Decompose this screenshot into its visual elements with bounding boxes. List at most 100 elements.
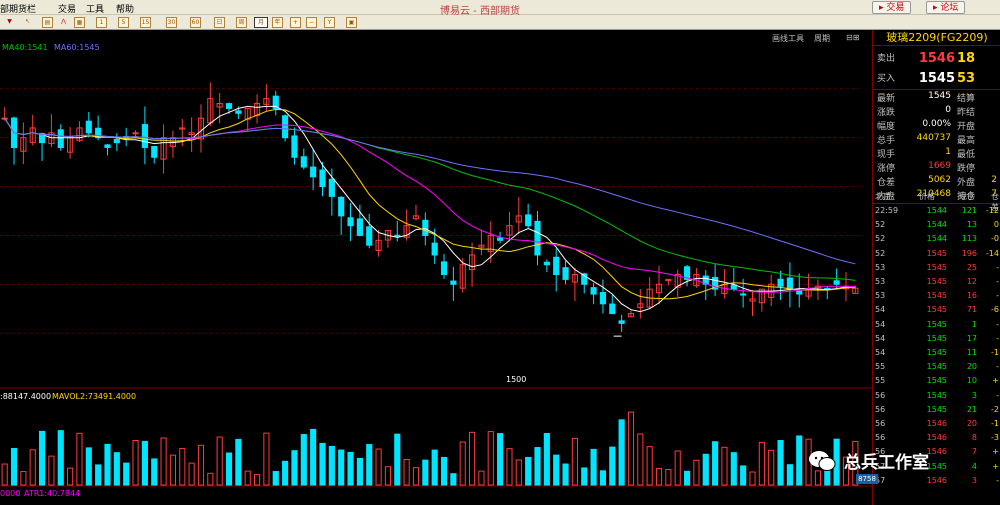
trade-button[interactable]: ▸ 交易 <box>872 1 912 14</box>
tick-time: 53 <box>875 277 886 286</box>
candle-body <box>796 290 803 295</box>
period-button-month[interactable]: 月 <box>254 17 268 28</box>
volume-bar <box>328 445 335 486</box>
period-button-15[interactable]: 15 <box>140 17 151 28</box>
ma40-legend: MA40:1541 <box>2 43 48 52</box>
zoom-in-icon[interactable]: + <box>290 17 301 28</box>
window-controls-icon[interactable]: ⊟⊞ <box>846 33 859 42</box>
candle-body <box>338 196 345 217</box>
pin-icon[interactable]: ▼ <box>4 17 15 28</box>
candle-body <box>618 320 625 324</box>
forum-button[interactable]: ▸ 论坛 <box>926 1 966 14</box>
ask-volume: 18 <box>957 51 976 66</box>
volume-bar <box>10 447 18 486</box>
volume-bar <box>38 430 46 486</box>
ask-price: 1546 <box>918 51 955 66</box>
tick-time: 54 <box>875 319 886 329</box>
menu-item-tools[interactable]: 工具 <box>86 2 104 15</box>
volume-bar <box>188 462 195 486</box>
candle-body <box>151 146 158 158</box>
volume-bar <box>440 456 448 486</box>
volume-bar <box>132 440 139 486</box>
volume-bar <box>468 431 476 486</box>
zoom-out-icon[interactable]: − <box>306 17 317 28</box>
filter-icon[interactable]: Y <box>324 17 335 28</box>
volume-bar <box>562 463 569 486</box>
window-icon[interactable]: ▣ <box>346 17 357 28</box>
candle-body <box>282 115 289 139</box>
tick-row: 54 1545 1 - <box>875 320 999 333</box>
tick-oi: -14 <box>985 248 999 258</box>
volume-bar <box>366 444 373 486</box>
volume-bar <box>749 471 756 486</box>
period-button-year[interactable]: 年 <box>272 17 283 28</box>
tick-qty: 12 <box>966 277 977 286</box>
candle-body <box>833 280 840 285</box>
volume-bar <box>525 456 532 486</box>
tick-price: 1545 <box>926 376 947 386</box>
tick-price: 1544 <box>926 234 947 244</box>
cursor-icon[interactable]: ↖ <box>22 17 33 28</box>
bid-price: 1545 <box>918 71 955 86</box>
volume-bar <box>478 470 485 486</box>
volume-bar <box>683 470 691 486</box>
volume-bar <box>609 446 616 486</box>
volume-bar <box>665 469 672 486</box>
tick-row: 53 1545 25 - <box>875 263 999 276</box>
volume-bar <box>197 444 205 486</box>
tick-row: 54 1545 17 - <box>875 334 999 347</box>
tick-price: 1545 <box>926 291 947 301</box>
tick-oi: - <box>996 277 999 286</box>
candle-body <box>225 103 233 109</box>
tick-qty: 3 <box>971 390 977 400</box>
tick-oi: - <box>996 333 999 343</box>
tick-row: 55 1545 20 - <box>875 362 999 375</box>
stat-label-right: 外盘 <box>957 178 976 188</box>
tick-price: 1545 <box>926 262 947 272</box>
period-button-day[interactable]: 日 <box>214 17 225 28</box>
chart-icon[interactable]: ⋀ <box>58 17 69 28</box>
volume-bar <box>57 430 64 486</box>
stat-label-right: 结算 <box>957 94 976 104</box>
volume-bar <box>235 438 242 486</box>
tick-qty: 10 <box>966 376 977 386</box>
ma40-line <box>4 117 856 281</box>
grid-icon[interactable]: ▦ <box>74 17 85 28</box>
period-button-5[interactable]: 5 <box>118 17 129 28</box>
menu-item-help[interactable]: 帮助 <box>116 2 134 15</box>
stat-row: 涨停 1669 跌停 <box>877 161 999 175</box>
bid-row[interactable]: 买入 1545 53 <box>877 71 999 88</box>
period-button-60[interactable]: 60 <box>190 17 201 28</box>
candle-body <box>104 144 111 148</box>
kline-chart[interactable]: MA40:1541 MA60:1545 :88147.4000 MAVOL2:7… <box>0 30 872 505</box>
candle-body <box>132 132 139 135</box>
chart-canvas[interactable] <box>0 30 872 505</box>
menu-bar: 部期货栏 交易 工具 帮助 博易云 - 西部期货 ▸ 交易 ▸ 论坛 <box>0 0 1000 17</box>
table-icon[interactable]: ▤ <box>42 17 53 28</box>
period-button-30[interactable]: 30 <box>166 17 177 28</box>
tick-qty: 17 <box>966 333 977 343</box>
draw-tool-link[interactable]: 画线工具 <box>772 33 804 44</box>
volume-bar <box>76 432 83 486</box>
volume-bar <box>151 458 158 486</box>
volume-bar <box>777 440 784 486</box>
candle-body <box>777 278 784 287</box>
period-button-week[interactable]: 周 <box>236 17 247 28</box>
tick-price: 1545 <box>926 362 947 372</box>
menu-item-futures[interactable]: 部期货栏 <box>0 2 36 15</box>
candle-body <box>291 135 298 158</box>
period-link[interactable]: 周期 <box>814 33 830 44</box>
tick-row: 52 1544 113 -0 <box>875 234 999 247</box>
trading-app: 部期货栏 交易 工具 帮助 博易云 - 西部期货 ▸ 交易 ▸ 论坛 ▼ ↖ ▤… <box>0 0 1000 505</box>
candle-body <box>534 220 541 256</box>
tick-time: 54 <box>875 348 886 357</box>
volume-bar <box>590 448 597 486</box>
menu-item-trade[interactable]: 交易 <box>58 2 76 15</box>
period-button-1[interactable]: 1 <box>96 17 107 28</box>
volume-bar <box>487 431 494 486</box>
mavol-legend: MAVOL2:73491.4000 <box>52 392 137 401</box>
tick-oi: -3 <box>991 433 999 443</box>
trade-button-label: 交易 <box>886 3 905 13</box>
ask-row[interactable]: 卖出 1546 18 <box>877 51 999 68</box>
volume-bar <box>543 432 550 486</box>
